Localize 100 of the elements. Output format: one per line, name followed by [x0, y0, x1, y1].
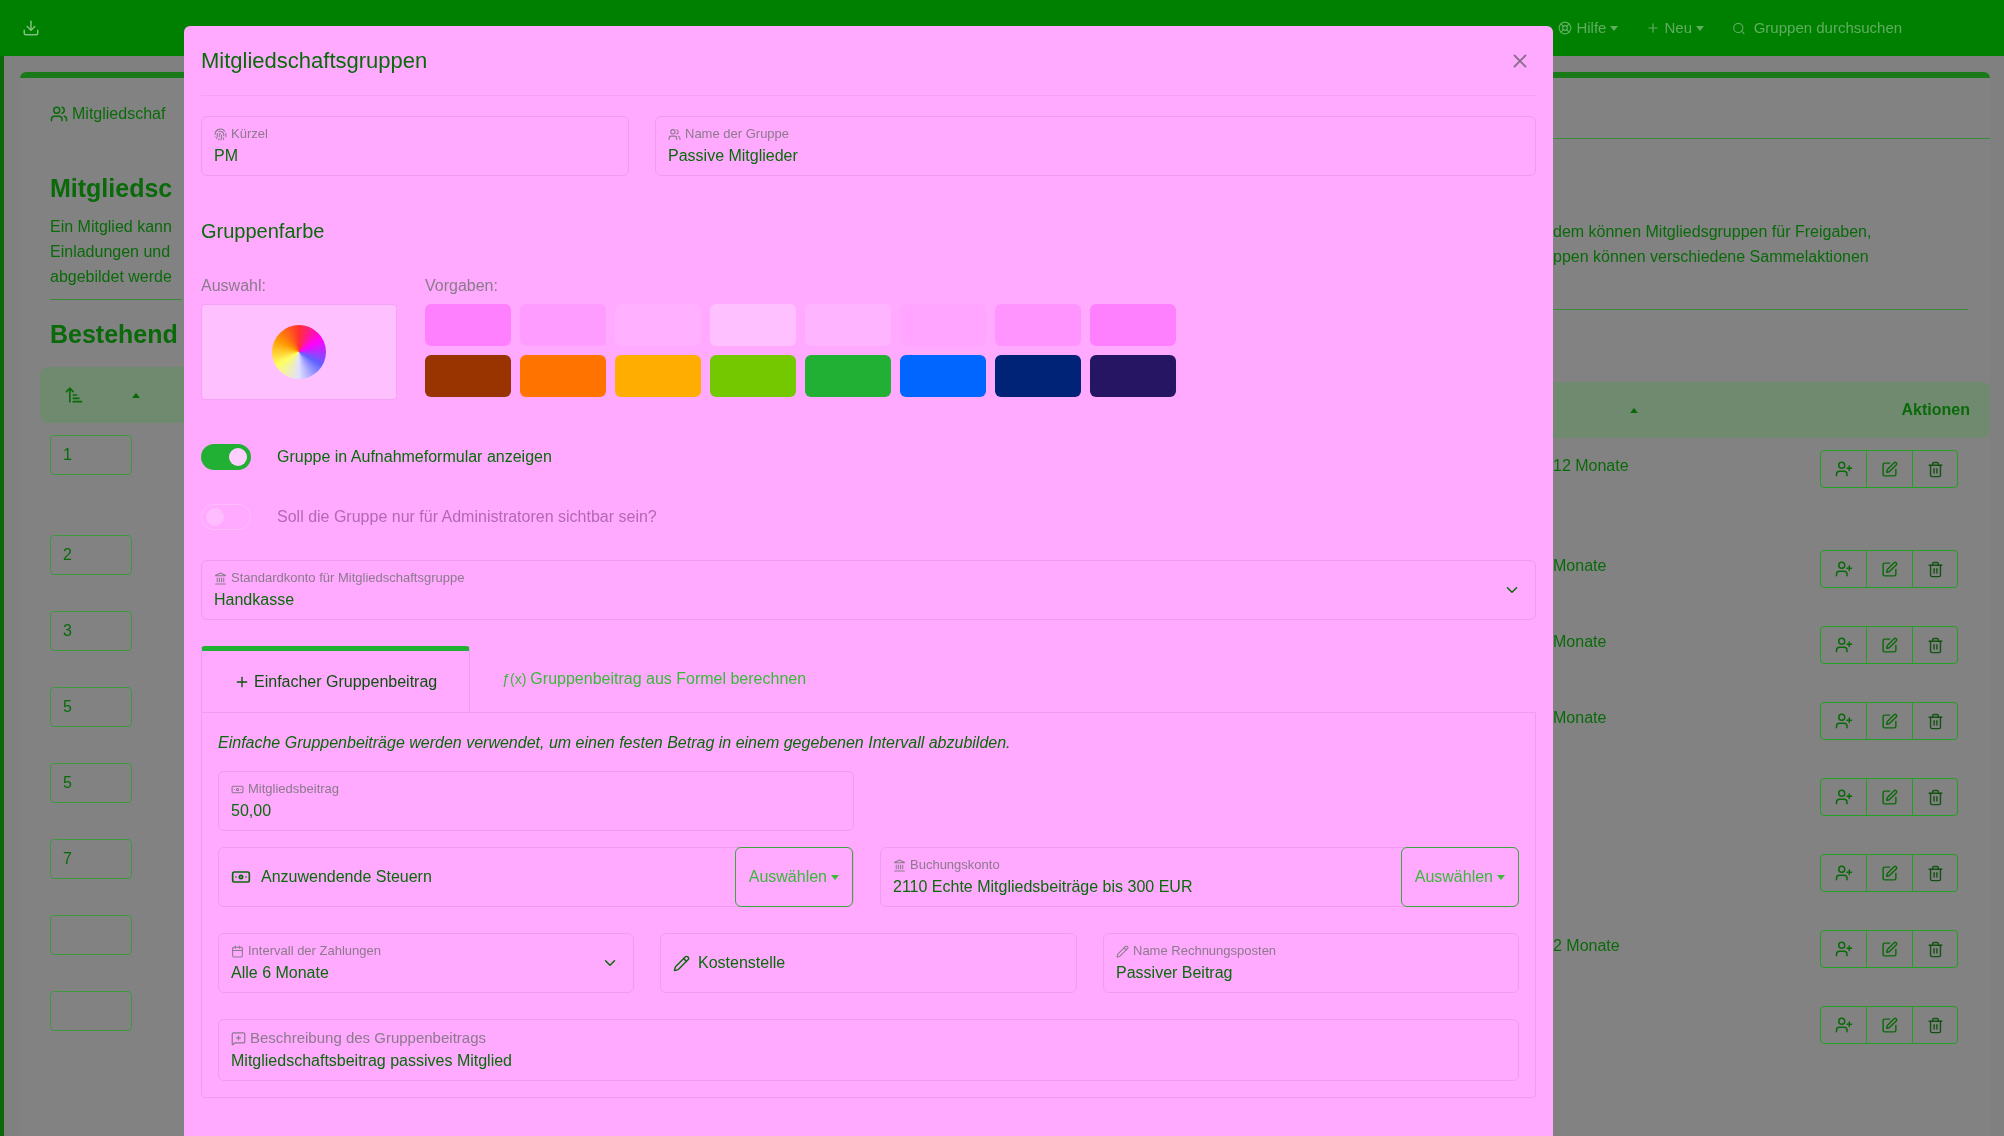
field-icon — [214, 127, 227, 141]
intro-text: ppen können verschiedene Sammelaktionen — [1553, 247, 1870, 267]
function-symbol: ƒ(x) — [502, 669, 527, 689]
order-field[interactable]: 1 — [50, 435, 132, 475]
taxes-field[interactable]: Anzuwendende Steuern Auswählen — [218, 847, 854, 907]
user-plus-icon — [1834, 1016, 1853, 1034]
download-icon[interactable] — [22, 19, 40, 37]
users-icon — [50, 105, 68, 123]
account-select[interactable]: Standardkonto für Mitgliedschaftsgruppe Handkasse — [201, 560, 1536, 620]
invoice-item-field[interactable]: Name Rechnungsposten Passiver Beitrag — [1103, 933, 1519, 993]
color-swatch[interactable] — [995, 355, 1081, 397]
field-label: Mitgliedsbeitrag — [231, 779, 340, 799]
caret-icon — [1497, 874, 1505, 880]
short-name-field[interactable]: Kürzel PM — [201, 116, 629, 176]
caret-icon — [831, 874, 839, 880]
field-value: Passive Mitglieder — [668, 145, 798, 166]
caret-icon — [1696, 25, 1704, 31]
field-label: Buchungskonto — [893, 855, 1000, 875]
color-swatch[interactable] — [615, 355, 701, 397]
trash-icon — [1926, 636, 1944, 654]
description-field[interactable]: Beschreibung des Gruppenbeitrags Mitgliedschaftsbeitrag passives Mitglied — [218, 1019, 1519, 1081]
help-icon — [1558, 21, 1573, 35]
order-field[interactable]: 3 — [50, 611, 132, 651]
field-placeholder: Anzuwendende Steuern — [261, 867, 432, 887]
user-plus-icon — [1834, 940, 1853, 958]
cost-center-field[interactable]: Kostenstelle — [660, 933, 1077, 993]
page-tab[interactable]: Mitgliedschaf — [50, 102, 184, 126]
trash-icon — [1926, 712, 1944, 730]
section-title: Gruppenfarbe — [201, 219, 326, 244]
field-value: 2110 Echte Mitgliedsbeiträge bis 300 EUR — [893, 876, 1193, 897]
field-icon — [231, 944, 244, 958]
sort-arrow-icon — [132, 392, 140, 398]
edit-icon — [1881, 560, 1898, 578]
order-field[interactable] — [50, 991, 132, 1031]
order-field[interactable]: 2 — [50, 535, 132, 575]
intro-text: Einladungen und — [50, 241, 172, 262]
group-name-field[interactable]: Name der Gruppe Passive Mitglieder — [655, 116, 1536, 176]
toggle-label: Gruppe in Aufnahmeformular anzeigen — [277, 447, 552, 467]
color-swatch[interactable] — [710, 355, 796, 397]
dialog-title: Mitgliedschaftsgruppen — [201, 47, 428, 75]
field-label: Intervall der Zahlungen — [231, 941, 381, 961]
sort-icon[interactable] — [64, 385, 84, 405]
field-label: Name der Gruppe — [668, 124, 790, 144]
new-menu[interactable]: Neu — [1646, 16, 1704, 40]
trash-icon — [1926, 788, 1944, 806]
caret-icon — [1610, 25, 1619, 31]
select-button[interactable]: Auswählen — [1400, 847, 1519, 907]
field-value: Alle 6 Monate — [231, 962, 329, 983]
user-plus-icon — [1834, 560, 1853, 578]
color-picker[interactable] — [201, 304, 397, 400]
field-value: Handkasse — [214, 589, 295, 610]
user-plus-icon — [1834, 460, 1853, 478]
field-value: 50,00 — [231, 800, 272, 821]
user-plus-icon — [1834, 788, 1853, 806]
trash-icon — [1926, 940, 1944, 958]
search-field[interactable]: Gruppen durchsuchen — [1732, 16, 1982, 40]
edit-icon — [1881, 864, 1898, 882]
help-menu[interactable]: Hilfe — [1558, 16, 1619, 40]
color-swatch[interactable] — [805, 355, 891, 397]
sort-arrow-icon — [1630, 407, 1638, 413]
order-field[interactable]: 7 — [50, 839, 132, 879]
table-cell-text: 2 Monate — [1553, 936, 1620, 956]
color-swatch[interactable] — [1090, 355, 1176, 397]
field-icon — [668, 127, 681, 141]
plus-icon — [1646, 21, 1661, 35]
fee-tab[interactable]: ƒ(x) Gruppenbeitrag aus Formel berechnen — [470, 646, 839, 712]
order-field[interactable]: 5 — [50, 763, 132, 803]
color-swatch[interactable] — [520, 355, 606, 397]
table-cell-text: Monate — [1553, 556, 1607, 576]
search-icon — [1732, 20, 1746, 36]
color-swatch[interactable] — [1090, 304, 1176, 346]
color-swatch[interactable] — [425, 355, 511, 397]
edit-icon — [1881, 460, 1898, 478]
order-field[interactable]: 5 — [50, 687, 132, 727]
table-cell-text: Monate — [1553, 632, 1607, 652]
trash-icon — [1926, 560, 1944, 578]
user-plus-icon — [1834, 864, 1853, 882]
toggle-switch[interactable] — [201, 444, 251, 470]
hint-text: Einfache Gruppenbeiträge werden verwendet, um einen festen Betrag in einem gegebenen Intervall abzubilden. — [218, 733, 1012, 753]
toggle-label: Soll die Gruppe nur für Administratoren sichtbar sein? — [277, 507, 657, 527]
field-icon — [214, 571, 227, 585]
comment-icon — [231, 1030, 246, 1046]
table-cell-text: Monate — [1553, 708, 1607, 728]
field-icon — [1116, 944, 1129, 958]
field-label: Name Rechnungsposten — [1116, 941, 1277, 961]
fee-tab[interactable]: Einfacher Gruppenbeitrag — [201, 646, 471, 712]
color-wheel-icon — [272, 325, 326, 379]
color-swatch[interactable] — [425, 304, 511, 346]
column-header: Aktionen — [1901, 400, 1970, 420]
color-swatch[interactable] — [900, 355, 986, 397]
booking-account-field[interactable]: Buchungskonto 2110 Echte Mitgliedsbeiträge bis 300 EUR Auswählen — [880, 847, 1519, 907]
field-placeholder: Kostenstelle — [698, 953, 786, 973]
order-field[interactable] — [50, 915, 132, 955]
field-label: Standardkonto für Mitgliedschaftsgruppe — [214, 568, 465, 588]
fee-field[interactable]: Mitgliedsbeitrag 50,00 — [218, 771, 854, 831]
field-label: Kürzel — [214, 124, 268, 144]
select-button[interactable]: Auswählen — [734, 847, 853, 907]
picker-label: Auswahl: — [201, 276, 267, 296]
edit-icon — [1881, 636, 1898, 654]
interval-select[interactable]: Intervall der Zahlungen Alle 6 Monate — [218, 933, 634, 993]
